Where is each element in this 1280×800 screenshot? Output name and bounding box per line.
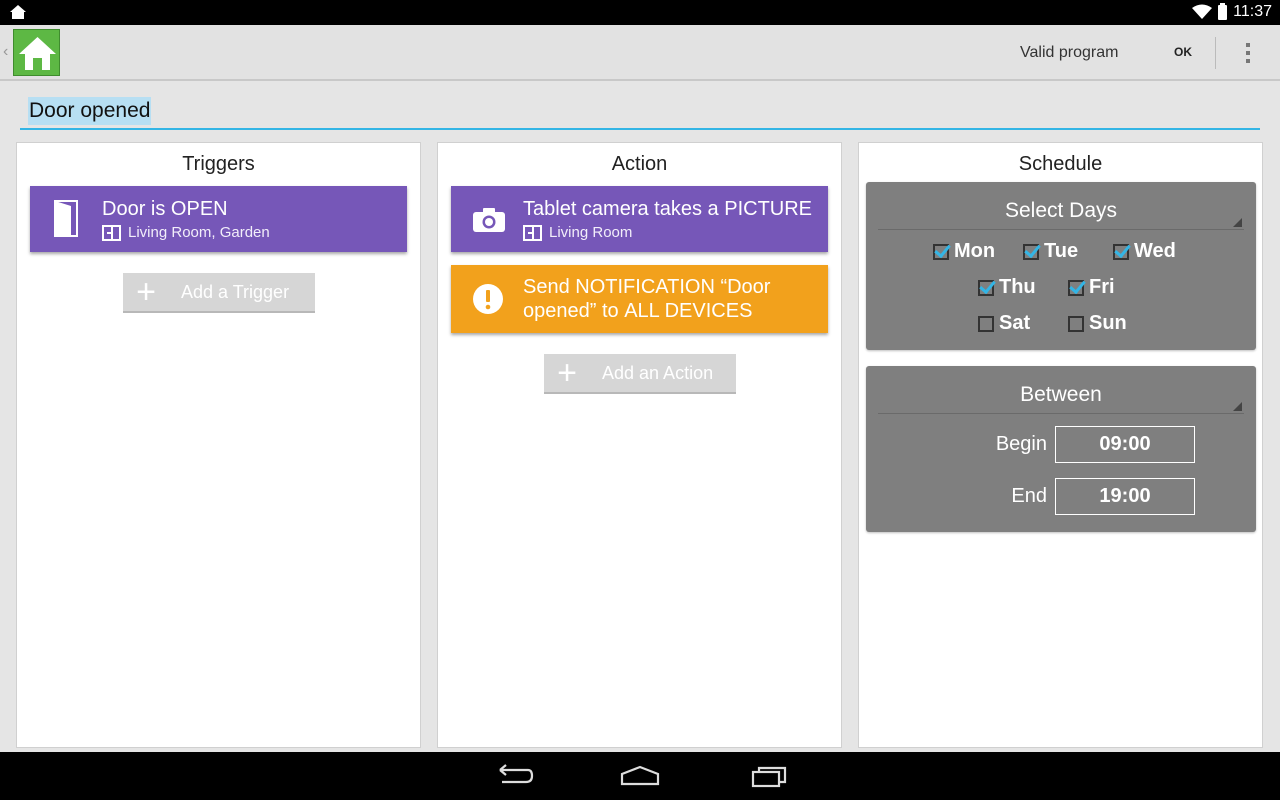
day-fri[interactable]: Fri [1068, 276, 1115, 299]
status-bar: 11:37 [0, 0, 1280, 25]
door-icon [54, 200, 78, 237]
end-row: End 19:00 [866, 478, 1256, 515]
notification-text: Send NOTIFICATION “Door opened” to ALL D… [523, 276, 771, 322]
select-days-header[interactable]: Select Days [878, 196, 1244, 230]
begin-time-field[interactable]: 09:00 [1055, 426, 1195, 463]
clock: 11:37 [1233, 3, 1272, 20]
between-header[interactable]: Between [878, 380, 1244, 414]
day-thu[interactable]: Thu [978, 276, 1036, 299]
add-trigger-label: Add a Trigger [181, 281, 290, 302]
checkbox-sat[interactable] [978, 315, 994, 332]
day-tue[interactable]: Tue [1023, 240, 1078, 263]
add-action-label: Add an Action [602, 362, 714, 383]
program-status: Valid program [1020, 44, 1119, 61]
dropdown-corner-icon [1233, 402, 1242, 411]
day-sun[interactable]: Sun [1068, 312, 1127, 335]
trigger-state: OPEN [170, 198, 228, 220]
wifi-icon [1192, 4, 1213, 19]
ok-button[interactable]: OK [1168, 37, 1198, 67]
trigger-text: Door is OPEN [102, 197, 228, 221]
program-name-text[interactable]: Door opened [28, 97, 152, 125]
triggers-title: Triggers [182, 153, 255, 175]
select-days-box: Select Days Mon Tue Wed Thu Fri Sat Sun [866, 182, 1256, 350]
end-label: End [1011, 485, 1047, 507]
back-icon[interactable] [490, 762, 534, 790]
day-sat[interactable]: Sat [978, 312, 1030, 335]
trigger-card-door[interactable]: Door is OPEN Living Room, Garden [30, 186, 407, 252]
battery-icon [1218, 2, 1228, 20]
schedule-panel: Schedule Select Days Mon Tue Wed Thu Fri… [858, 142, 1263, 748]
checkbox-sun[interactable] [1068, 315, 1084, 332]
plus-icon: + [136, 273, 156, 311]
home-icon[interactable] [618, 762, 662, 790]
action-verb: takes a [648, 198, 725, 220]
up-caret-icon[interactable]: ‹ [3, 43, 8, 61]
home-icon[interactable] [13, 29, 60, 76]
room-icon [102, 224, 121, 241]
action-object: PICTURE [724, 198, 813, 220]
checkbox-tue[interactable] [1023, 243, 1039, 260]
action-card-camera[interactable]: Tablet camera takes a PICTURE Living Roo… [451, 186, 828, 252]
plus-icon: + [557, 354, 577, 392]
schedule-title: Schedule [1018, 153, 1103, 175]
checkbox-mon[interactable] [933, 243, 949, 260]
action-device: Tablet camera [523, 198, 649, 220]
trigger-device: Door [102, 198, 146, 220]
overflow-menu-icon[interactable] [1235, 39, 1261, 67]
checkbox-wed[interactable] [1113, 243, 1129, 260]
home-notification-icon [10, 5, 26, 19]
divider [1215, 37, 1216, 69]
action-rooms-text: Living Room [549, 224, 633, 241]
dropdown-corner-icon [1233, 218, 1242, 227]
action-text: Tablet camera takes a PICTURE [523, 197, 812, 221]
action-panel: Action Tablet camera takes a PICTURE Liv… [437, 142, 842, 748]
add-action-button[interactable]: + Add an Action [544, 354, 736, 394]
trigger-rooms: Living Room, Garden [102, 224, 270, 241]
action-card-notification[interactable]: Send NOTIFICATION “Door opened” to ALL D… [451, 265, 828, 333]
alert-icon [473, 284, 503, 314]
between-box: Between Begin 09:00 End 19:00 [866, 366, 1256, 532]
add-trigger-button[interactable]: + Add a Trigger [123, 273, 315, 313]
action-rooms: Living Room [523, 224, 632, 241]
trigger-rooms-text: Living Room, Garden [128, 224, 270, 241]
action-title: Action [611, 153, 668, 175]
recent-apps-icon[interactable] [747, 762, 791, 790]
end-time-field[interactable]: 19:00 [1055, 478, 1195, 515]
room-icon [523, 224, 542, 241]
triggers-panel: Triggers Door is OPEN Living Room, Garde… [16, 142, 421, 748]
navigation-bar [0, 752, 1280, 800]
camera-icon [473, 208, 505, 232]
program-name-field[interactable]: Door opened [20, 95, 1260, 130]
begin-label: Begin [995, 433, 1047, 455]
checkbox-fri[interactable] [1068, 279, 1084, 296]
checkbox-thu[interactable] [978, 279, 994, 296]
day-wed[interactable]: Wed [1113, 240, 1176, 263]
begin-row: Begin 09:00 [866, 426, 1256, 463]
trigger-verb: is [145, 198, 171, 220]
action-bar: ‹ Valid program OK [0, 25, 1280, 81]
day-mon[interactable]: Mon [933, 240, 995, 263]
